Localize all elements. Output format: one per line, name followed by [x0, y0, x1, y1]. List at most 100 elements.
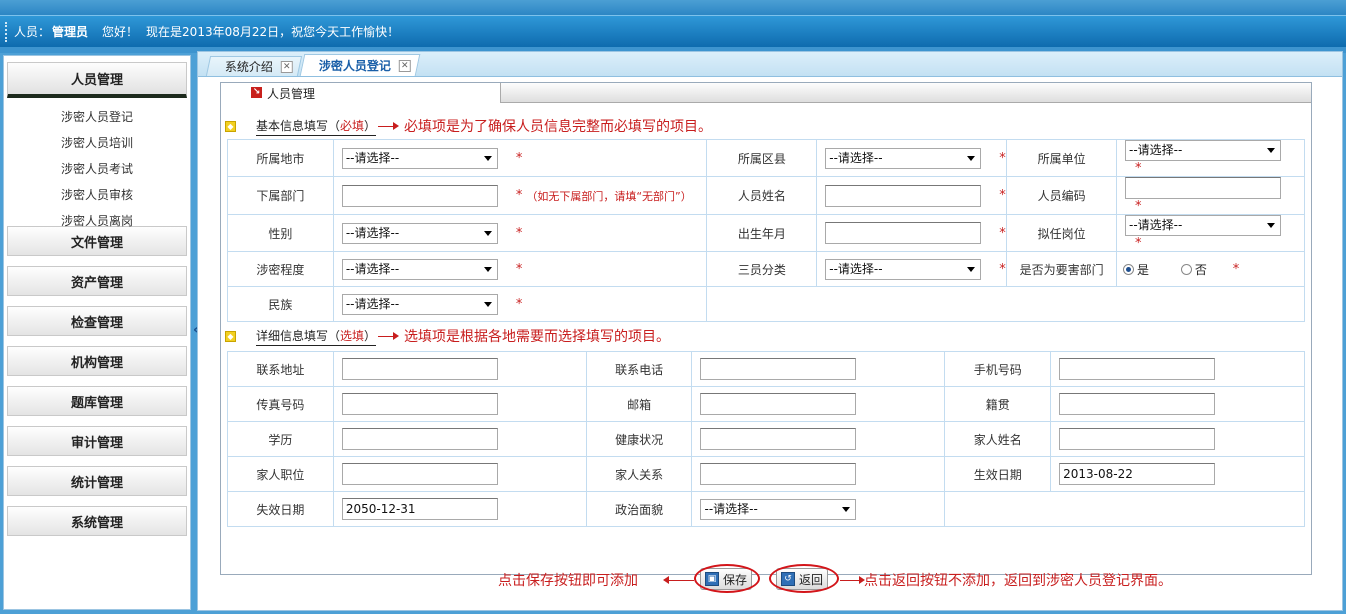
label-address: 联系地址 — [227, 351, 334, 387]
native-input[interactable] — [1059, 393, 1216, 415]
effective-date-input[interactable]: 2013-08-22 — [1059, 463, 1216, 485]
mobile-input[interactable] — [1059, 358, 1216, 380]
education-input[interactable] — [341, 428, 498, 450]
label-health: 健康状况 — [585, 421, 693, 457]
label-birth: 出生年月 — [706, 214, 818, 252]
political-select[interactable]: --请选择-- — [700, 498, 857, 520]
address-input[interactable] — [341, 358, 498, 380]
arrow-icon — [378, 121, 400, 130]
dept-input[interactable] — [341, 184, 498, 207]
code-input[interactable] — [1125, 177, 1282, 199]
health-input[interactable] — [700, 428, 857, 450]
main-frame: 系统介绍 ✕ 涉密人员登记 ✕ ↘ 人员管理 ◆ 基本信息填写（必填） 必填项是… — [197, 51, 1343, 611]
label-email: 邮箱 — [585, 386, 693, 422]
dept-hint: （如无下属部门，请填“无部门”） — [526, 189, 692, 203]
panel-title: 人员管理 — [267, 86, 316, 101]
expire-date-input[interactable]: 2050-12-31 — [341, 498, 498, 520]
basic-info-table: 所属地市 --请选择-- * 所属区县 --请选择-- * 所属单位 --请选择--… — [227, 139, 1305, 322]
section-icon: ◆ — [225, 330, 236, 342]
close-icon[interactable]: ✕ — [280, 60, 293, 73]
key-dept-no-label: 否 — [1194, 262, 1207, 277]
label-name: 人员姓名 — [706, 176, 818, 215]
sub-exam[interactable]: 涉密人员考试 — [4, 156, 190, 182]
panel-icon: ↘ — [251, 87, 262, 98]
sub-register[interactable]: 涉密人员登记 — [4, 104, 190, 130]
birth-input[interactable] — [825, 222, 982, 244]
key-dept-yes-label: 是 — [1137, 262, 1150, 277]
label-family-job: 家人职位 — [227, 456, 334, 492]
tab-register-label: 涉密人员登记 — [318, 59, 391, 73]
region-select[interactable]: --请选择-- — [341, 147, 498, 169]
district-select[interactable]: --请选择-- — [825, 147, 982, 169]
back-note: 点击返回按钮不添加，返回到涉密人员登记界面。 — [864, 573, 1172, 589]
greeting: 您好！ — [102, 25, 139, 39]
form-panel: ↘ 人员管理 ◆ 基本信息填写（必填） 必填项是为了确保人员信息完整而必填写的项… — [220, 82, 1312, 575]
label-dept: 下属部门 — [227, 176, 334, 215]
label-region: 所属地市 — [227, 139, 334, 177]
key-dept-yes-radio[interactable] — [1123, 263, 1135, 275]
family-name-input[interactable] — [1059, 428, 1216, 450]
unit-select[interactable]: --请选择-- — [1125, 140, 1282, 161]
close-icon[interactable]: ✕ — [398, 59, 411, 72]
back-highlight — [769, 564, 839, 593]
category-select[interactable]: --请选择-- — [825, 258, 982, 280]
sub-review[interactable]: 涉密人员审核 — [4, 182, 190, 208]
ethnic-select[interactable]: --请选择-- — [341, 293, 498, 315]
menu-asset[interactable]: 资产管理 — [7, 266, 187, 296]
key-dept-no-radio[interactable] — [1180, 263, 1192, 275]
label-category: 三员分类 — [706, 251, 818, 287]
tab-strip: 系统介绍 ✕ 涉密人员登记 ✕ — [198, 52, 1342, 77]
label-phone: 联系电话 — [585, 351, 693, 387]
label-code: 人员编码 — [1006, 176, 1118, 215]
post-select[interactable]: --请选择-- — [1125, 215, 1282, 236]
menu-check[interactable]: 检查管理 — [7, 306, 187, 336]
phone-input[interactable] — [700, 358, 857, 380]
detail-section-header: ◆ 详细信息填写（选填） 选填项是根据各地需要而选择填写的项目。 — [225, 326, 670, 346]
button-row: 点击保存按钮即可添加 ▣ 保存 ↺ 返回 点击返回按钮不添加，返回到涉密人员登记界面… — [198, 564, 1344, 594]
menu-stats[interactable]: 统计管理 — [7, 466, 187, 496]
menu-org[interactable]: 机构管理 — [7, 346, 187, 376]
label-family-rel: 家人关系 — [585, 456, 693, 492]
arrow-left-icon — [663, 576, 694, 584]
section-icon: ◆ — [225, 120, 236, 132]
date-text: 现在是2013年08月22日，祝您今天工作愉快！ — [146, 25, 400, 39]
label-post: 拟任岗位 — [1006, 214, 1118, 252]
family-rel-input[interactable] — [700, 463, 857, 485]
user-name: 管理员 — [52, 25, 89, 39]
sidebar: 人员管理 涉密人员登记 涉密人员培训 涉密人员考试 涉密人员审核 涉密人员离岗 … — [3, 55, 191, 610]
grip-icon — [5, 21, 8, 42]
label-level: 涉密程度 — [227, 251, 334, 287]
gender-select[interactable]: --请选择-- — [341, 222, 498, 244]
save-note: 点击保存按钮即可添加 — [498, 573, 638, 589]
fax-input[interactable] — [341, 393, 498, 415]
label-fax: 传真号码 — [227, 386, 334, 422]
label-expire: 失效日期 — [227, 491, 334, 527]
label-family-name: 家人姓名 — [944, 421, 1052, 457]
personnel-submenu: 涉密人员登记 涉密人员培训 涉密人员考试 涉密人员审核 涉密人员离岗 — [4, 98, 190, 228]
panel-header: ↘ 人员管理 — [221, 83, 1311, 103]
label-key-dept: 是否为要害部门 — [1006, 251, 1118, 287]
tab-intro-label: 系统介绍 — [224, 60, 273, 74]
label-ethnic: 民族 — [227, 286, 334, 322]
arrow-right-icon — [840, 576, 865, 584]
top-bar: 人员： 管理员 您好！ 现在是2013年08月22日，祝您今天工作愉快！ — [0, 15, 1346, 47]
menu-personnel[interactable]: 人员管理 — [7, 62, 187, 98]
menu-system[interactable]: 系统管理 — [7, 506, 187, 536]
menu-question[interactable]: 题库管理 — [7, 386, 187, 416]
tab-intro[interactable]: 系统介绍 ✕ — [205, 56, 303, 76]
family-job-input[interactable] — [341, 463, 498, 485]
label-political: 政治面貌 — [585, 491, 693, 527]
save-highlight — [694, 564, 760, 593]
email-input[interactable] — [700, 393, 857, 415]
tab-register[interactable]: 涉密人员登记 ✕ — [299, 54, 421, 76]
user-label: 人员： — [14, 25, 51, 39]
menu-audit[interactable]: 审计管理 — [7, 426, 187, 456]
sub-training[interactable]: 涉密人员培训 — [4, 130, 190, 156]
panel-tab: ↘ 人员管理 — [221, 83, 501, 103]
top-band — [0, 0, 1346, 15]
level-select[interactable]: --请选择-- — [341, 258, 498, 280]
basic-section-header: ◆ 基本信息填写（必填） 必填项是为了确保人员信息完整而必填写的项目。 — [225, 116, 712, 136]
name-input[interactable] — [825, 184, 982, 207]
detail-section-label: 详细信息填写（选填） — [256, 327, 377, 346]
label-native: 籍贯 — [944, 386, 1052, 422]
